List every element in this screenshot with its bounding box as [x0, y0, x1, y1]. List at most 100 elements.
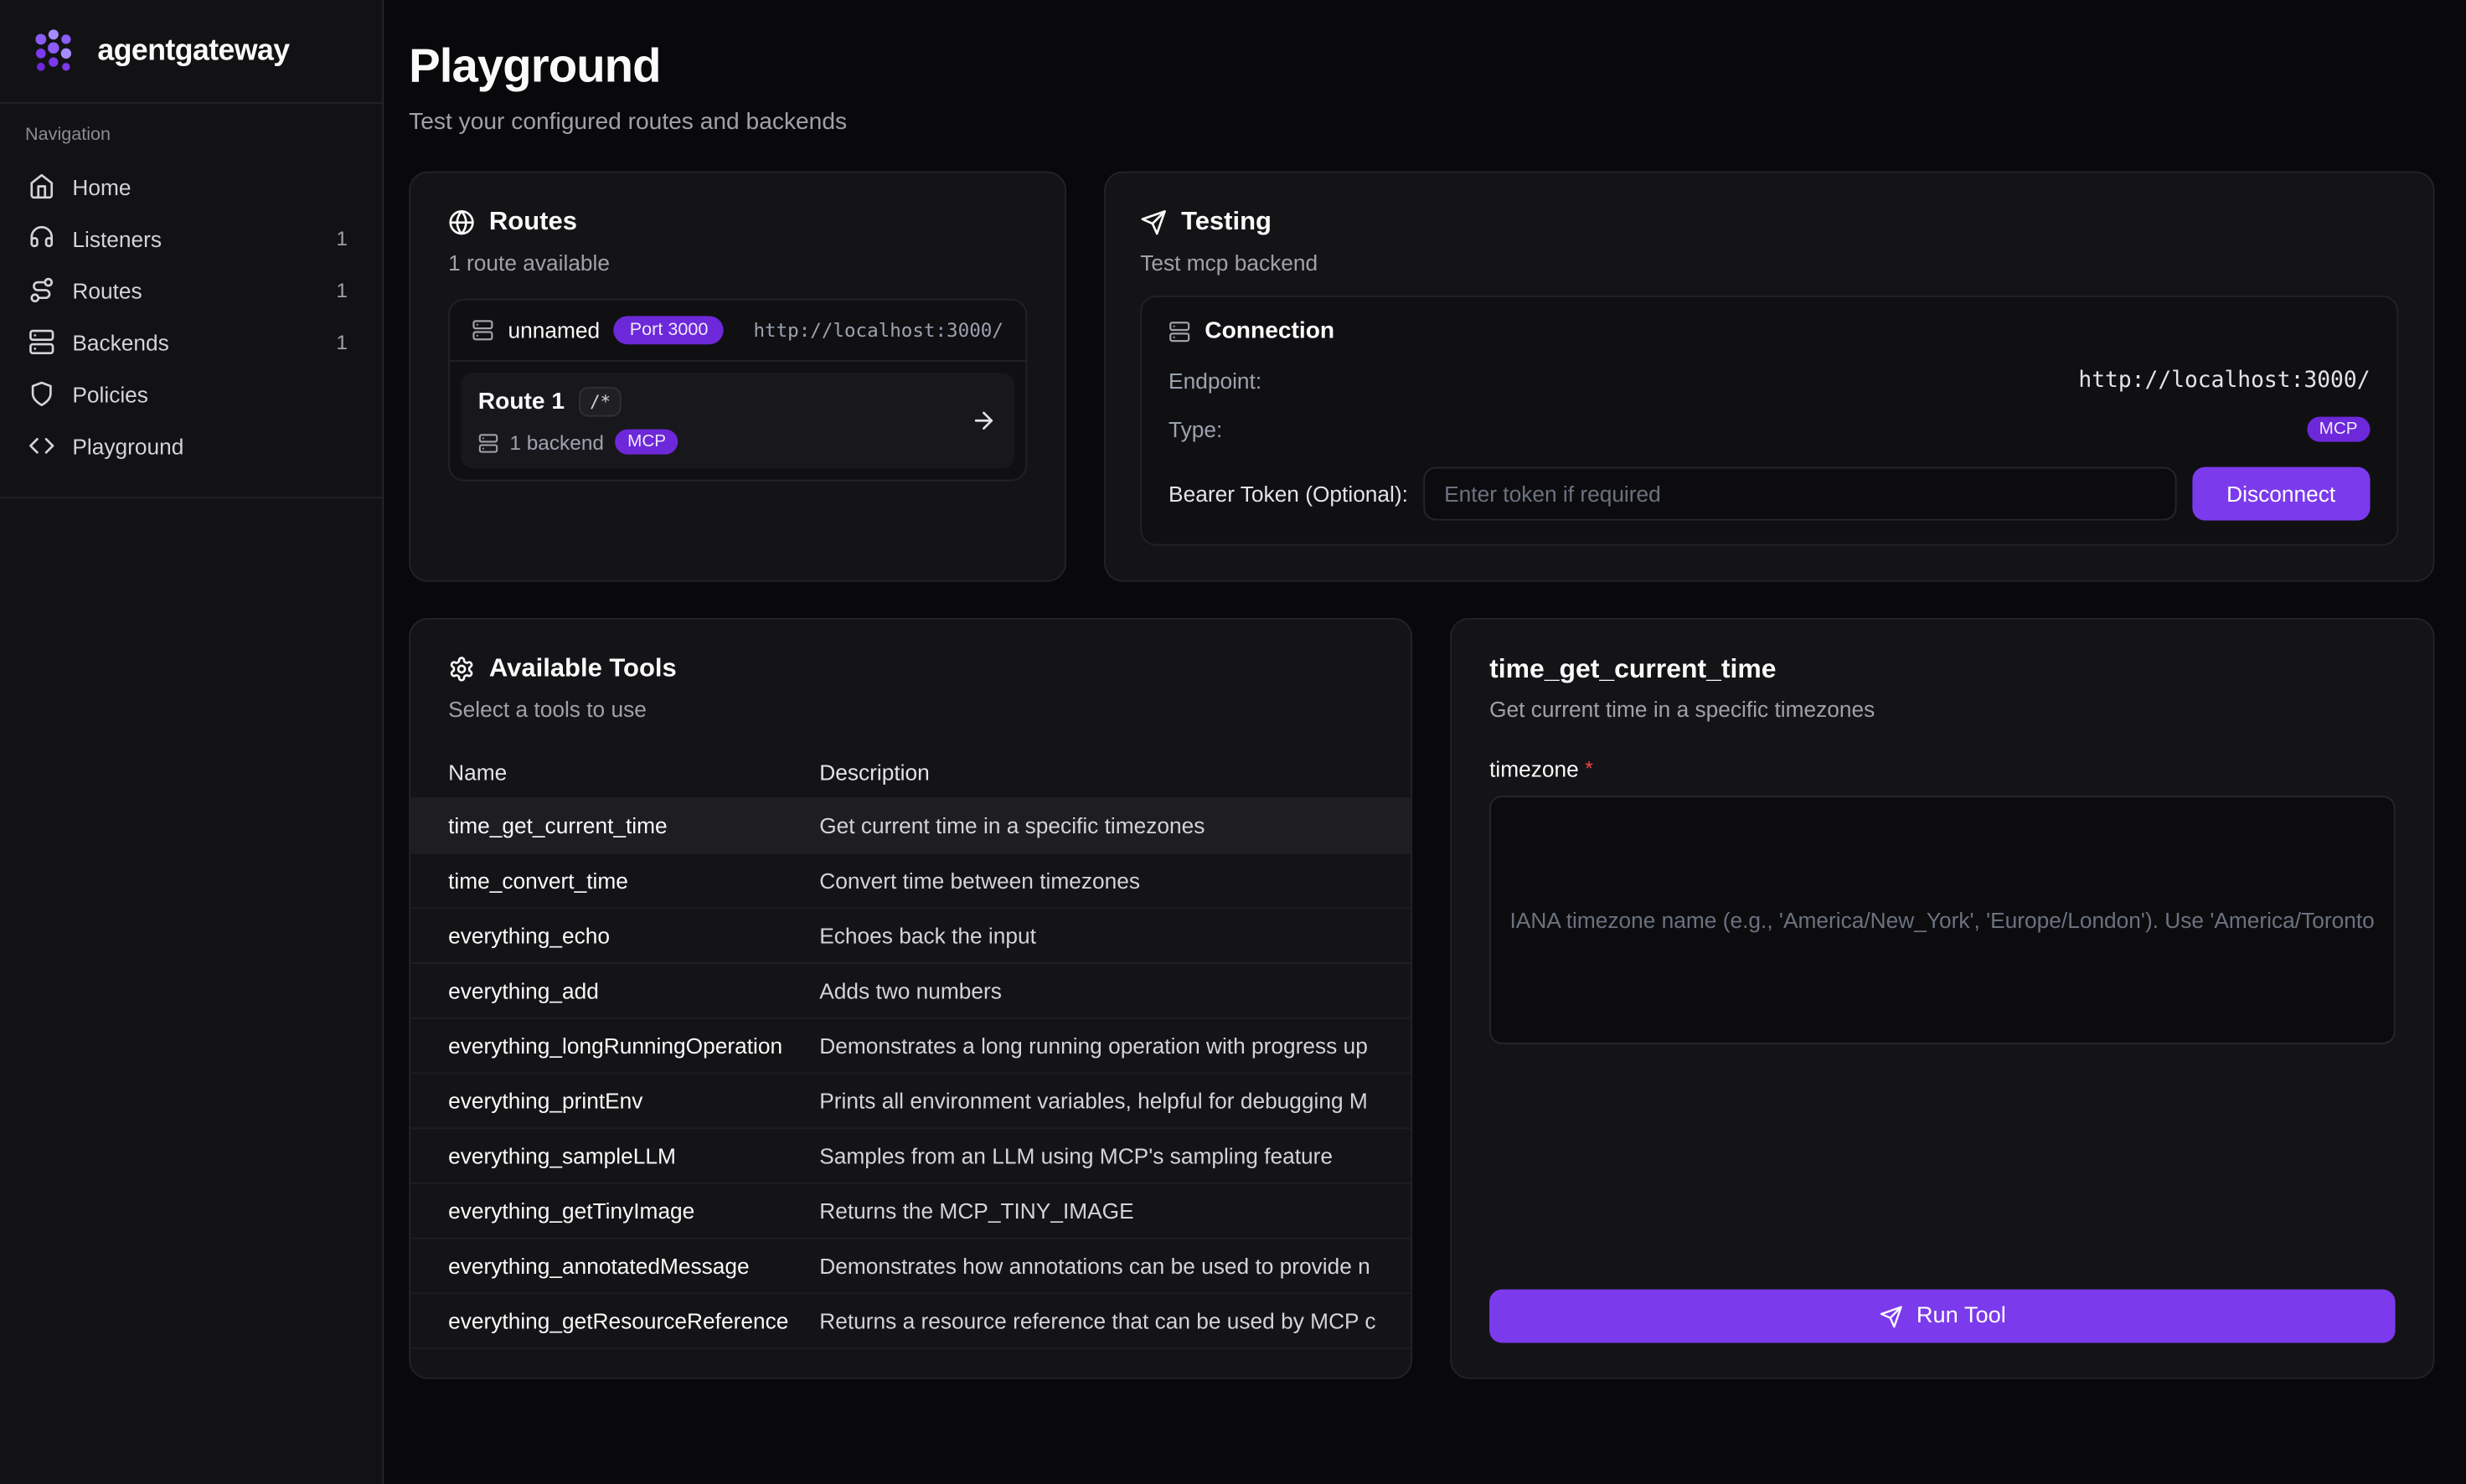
sidebar-item-backends[interactable]: Backends 1: [16, 316, 367, 368]
logo-row[interactable]: agentgateway: [0, 0, 382, 104]
tool-runner-card: time_get_current_time Get current time i…: [1450, 618, 2434, 1379]
connection-type-badge: MCP: [2307, 417, 2371, 442]
tool-row[interactable]: everything_getTinyImage Returns the MCP_…: [410, 1184, 1411, 1239]
tool-row[interactable]: everything_annotatedMessage Demonstrates…: [410, 1239, 1411, 1295]
code-icon: [28, 432, 55, 459]
tool-description: Convert time between timezones: [819, 868, 1411, 893]
tool-row[interactable]: time_get_current_time Get current time i…: [410, 799, 1411, 854]
sidebar-item-home[interactable]: Home: [16, 161, 367, 213]
listeners-count-badge: 1: [336, 226, 353, 250]
route-info: Route 1 /* 1 backend MCP: [478, 387, 971, 455]
headphones-icon: [28, 224, 55, 251]
tool-name: everything_getResourceReference: [448, 1308, 819, 1333]
tool-row[interactable]: everything_longRunningOperation Demonstr…: [410, 1019, 1411, 1074]
tool-name: everything_longRunningOperation: [448, 1033, 819, 1059]
connection-panel: Connection Endpoint: http://localhost:30…: [1140, 296, 2398, 546]
listener-header: unnamed Port 3000 http://localhost:3000/: [450, 301, 1025, 362]
sidebar: agentgateway Navigation Home Listeners 1: [0, 0, 384, 1484]
sidebar-item-routes[interactable]: Routes 1: [16, 264, 367, 316]
listener-url: http://localhost:3000/: [753, 319, 1003, 341]
type-row: Type: MCP: [1169, 417, 2370, 442]
bearer-token-input[interactable]: [1424, 467, 2176, 521]
tool-name: everything_getTinyImage: [448, 1198, 819, 1224]
type-label: Type:: [1169, 417, 1222, 442]
server-icon: [1169, 320, 1190, 342]
tool-name: everything_echo: [448, 923, 819, 948]
tool-description: Echoes back the input: [819, 923, 1411, 948]
run-tool-button[interactable]: Run Tool: [1489, 1290, 2395, 1343]
tool-row[interactable]: everything_sampleLLM Samples from an LLM…: [410, 1129, 1411, 1184]
backend-count: 1 backend: [509, 430, 604, 454]
tool-row[interactable]: everything_echo Echoes back the input: [410, 909, 1411, 964]
sidebar-item-label: Backends: [72, 329, 318, 354]
route-row[interactable]: Route 1 /* 1 backend MCP: [461, 373, 1014, 469]
tool-row[interactable]: everything_add Adds two numbers: [410, 964, 1411, 1019]
tools-table-header: Name Description: [410, 747, 1411, 799]
page-subtitle: Test your configured routes and backends: [409, 109, 2434, 136]
bottom-cards-row: Available Tools Select a tools to use Na…: [409, 618, 2434, 1379]
endpoint-label: Endpoint:: [1169, 368, 1261, 393]
listener-name: unnamed: [508, 317, 600, 343]
listener-box: unnamed Port 3000 http://localhost:3000/…: [448, 299, 1027, 482]
sidebar-item-label: Home: [72, 173, 353, 198]
gear-icon: [448, 656, 475, 683]
bearer-token-row: Bearer Token (Optional): Disconnect: [1169, 467, 2370, 521]
arrow-right-icon[interactable]: [970, 407, 997, 434]
endpoint-value: http://localhost:3000/: [2078, 368, 2370, 393]
sidebar-item-label: Playground: [72, 433, 353, 458]
tool-row[interactable]: everything_printEnv Prints all environme…: [410, 1074, 1411, 1129]
spacer: [1489, 1044, 2395, 1290]
tool-description: Demonstrates a long running operation wi…: [819, 1033, 1411, 1059]
top-cards-row: Routes 1 route available unnamed Port 30…: [409, 172, 2434, 582]
column-header-description: Description: [819, 760, 1411, 785]
run-tool-label: Run Tool: [1917, 1304, 2006, 1329]
tools-card-header: Available Tools: [448, 654, 1373, 684]
tool-name: everything_sampleLLM: [448, 1143, 819, 1168]
routes-count-badge: 1: [336, 278, 353, 301]
route-icon: [28, 276, 55, 303]
timezone-input[interactable]: [1489, 796, 2395, 1044]
tool-description: Adds two numbers: [819, 978, 1411, 1003]
tool-name: time_convert_time: [448, 868, 819, 893]
tool-runner-title: time_get_current_time: [1489, 654, 2395, 686]
sidebar-item-label: Policies: [72, 381, 353, 406]
available-tools-card: Available Tools Select a tools to use Na…: [409, 618, 1412, 1379]
endpoint-row: Endpoint: http://localhost:3000/: [1169, 368, 2370, 393]
tool-row[interactable]: everything_getResourceReference Returns …: [410, 1294, 1411, 1349]
sidebar-item-playground[interactable]: Playground: [16, 420, 367, 471]
tool-name: everything_annotatedMessage: [448, 1253, 819, 1278]
sidebar-item-listeners[interactable]: Listeners 1: [16, 212, 367, 264]
nav-section-label: Navigation: [16, 126, 367, 160]
tool-name: time_get_current_time: [448, 813, 819, 838]
routes-card: Routes 1 route available unnamed Port 30…: [409, 172, 1066, 582]
globe-icon: [448, 209, 475, 236]
tool-name: everything_add: [448, 978, 819, 1003]
shield-icon: [28, 380, 55, 407]
server-icon: [28, 328, 55, 355]
sidebar-item-policies[interactable]: Policies: [16, 368, 367, 420]
required-marker: *: [1585, 756, 1593, 780]
column-header-name: Name: [448, 760, 819, 785]
routes-card-title: Routes: [489, 208, 577, 238]
routes-card-subtitle: 1 route available: [448, 250, 1027, 276]
tool-description: Get current time in a specific timezones: [819, 813, 1411, 838]
disconnect-button[interactable]: Disconnect: [2192, 467, 2371, 521]
main-content: Playground Test your configured routes a…: [384, 0, 2466, 1484]
tool-name: everything_printEnv: [448, 1088, 819, 1113]
sidebar-item-label: Listeners: [72, 225, 318, 250]
timezone-field-label-row: timezone *: [1489, 756, 2395, 781]
page-title: Playground: [409, 41, 2434, 95]
timezone-field-label: timezone: [1489, 756, 1579, 781]
connection-title: Connection: [1205, 317, 1334, 344]
tool-row[interactable]: time_convert_time Convert time between t…: [410, 854, 1411, 909]
routes-card-header: Routes: [448, 208, 1027, 238]
send-icon: [1140, 209, 1167, 236]
send-icon: [1879, 1304, 1902, 1327]
agentgateway-logo-icon: [25, 23, 82, 80]
testing-card-header: Testing: [1140, 208, 2398, 238]
app-title: agentgateway: [97, 34, 289, 69]
tool-runner-subtitle: Get current time in a specific timezones: [1489, 697, 2395, 722]
port-badge: Port 3000: [614, 316, 724, 344]
tool-description: Demonstrates how annotations can be used…: [819, 1253, 1411, 1278]
tool-description: Returns the MCP_TINY_IMAGE: [819, 1198, 1411, 1224]
